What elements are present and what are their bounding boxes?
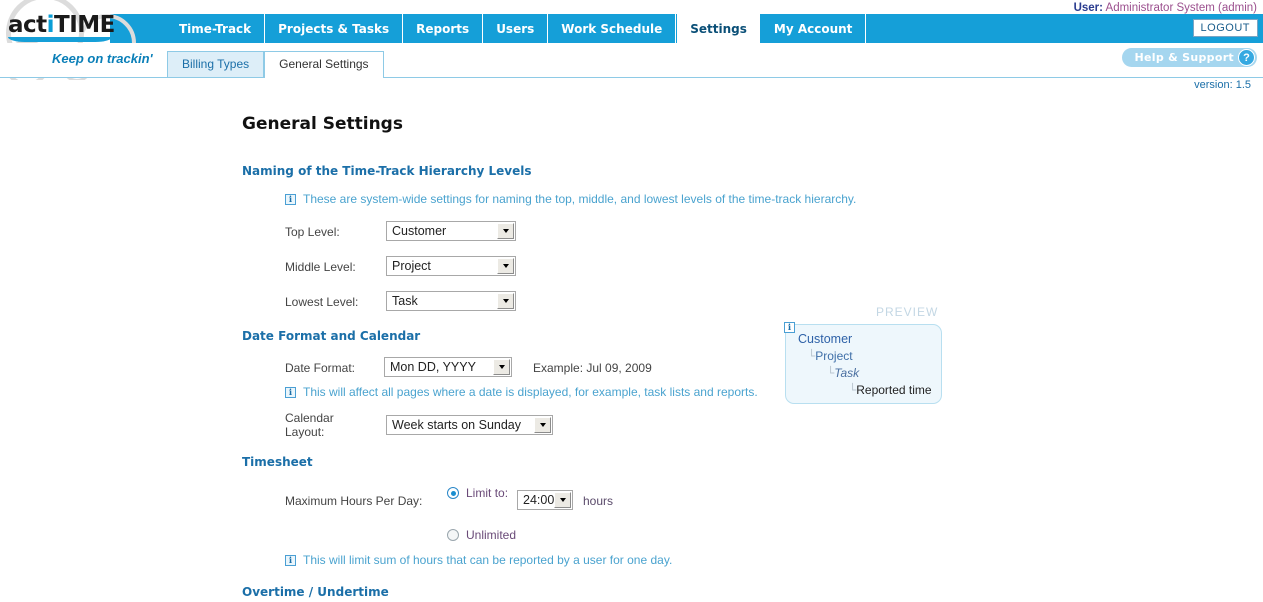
radio-option-limit-to[interactable]: Limit to: xyxy=(447,486,508,500)
date-format-info-row: i This will affect all pages where a dat… xyxy=(285,385,758,399)
chevron-down-icon[interactable] xyxy=(493,359,510,375)
select-calendar-layout[interactable]: Week starts on Sunday xyxy=(386,415,553,435)
actitime-logo[interactable]: actiTIME xyxy=(8,12,115,38)
subtab-billing-types[interactable]: Billing Types xyxy=(167,51,264,77)
nav-tab-work-schedule[interactable]: Work Schedule xyxy=(548,14,676,43)
date-format-example: Example: Jul 09, 2009 xyxy=(533,361,652,375)
nav-tab-reports[interactable]: Reports xyxy=(403,14,483,43)
help-and-support-button[interactable]: Help & Support ? xyxy=(1122,48,1257,67)
select-middle-level[interactable]: Project xyxy=(386,256,516,276)
section-title-overtime: Overtime / Undertime xyxy=(242,585,389,599)
date-format-info-text: This will affect all pages where a date … xyxy=(303,385,758,399)
chevron-down-icon[interactable] xyxy=(534,417,551,433)
preview-node-reported-time: └Reported time xyxy=(849,383,932,397)
select-max-hours[interactable]: 24:00 xyxy=(517,490,573,510)
question-mark-icon: ? xyxy=(1238,49,1255,66)
naming-info-row: i These are system-wide settings for nam… xyxy=(285,192,856,206)
subtab-general-settings[interactable]: General Settings xyxy=(264,51,383,78)
section-title-timesheet: Timesheet xyxy=(242,455,313,469)
preview-node-lowest: └Task xyxy=(827,366,859,380)
app-header: actiTIME Keep on trackin' Time-Track Pro… xyxy=(0,0,1263,44)
label-date-format: Date Format: xyxy=(285,361,355,375)
user-label: User: xyxy=(1074,2,1103,14)
nav-tab-settings[interactable]: Settings xyxy=(676,14,761,43)
chevron-down-icon[interactable] xyxy=(554,492,571,508)
timesheet-info-text: This will limit sum of hours that can be… xyxy=(303,553,672,567)
logo-text-act: act xyxy=(8,12,47,38)
timesheet-info-row: i This will limit sum of hours that can … xyxy=(285,553,672,567)
section-title-date-format: Date Format and Calendar xyxy=(242,329,420,343)
chevron-down-icon[interactable] xyxy=(497,293,514,309)
select-max-hours-value: 24:00 xyxy=(518,491,554,509)
radio-unlimited-label: Unlimited xyxy=(466,528,516,542)
chevron-down-icon[interactable] xyxy=(497,258,514,274)
version-label: version: 1.5 xyxy=(1194,79,1251,91)
info-icon: i xyxy=(285,194,296,205)
label-maximum-hours-per-day: Maximum Hours Per Day: xyxy=(285,494,422,508)
user-name: Administrator System (admin) xyxy=(1106,2,1257,14)
preview-node-lowest-label: Task xyxy=(834,366,859,380)
chevron-down-icon[interactable] xyxy=(497,223,514,239)
label-top-level: Top Level: xyxy=(285,225,340,239)
select-date-format[interactable]: Mon DD, YYYY xyxy=(384,357,512,377)
radio-limit-to-label-line2: to: xyxy=(495,486,508,500)
logout-button[interactable]: LOGOUT xyxy=(1193,19,1258,37)
radio-limit-to[interactable] xyxy=(447,487,459,499)
label-calendar-layout-line2: Layout: xyxy=(285,425,324,439)
naming-info-text: These are system-wide settings for namin… xyxy=(303,192,856,206)
label-calendar-layout-line1: Calendar xyxy=(285,411,334,425)
preview-node-middle: └Project xyxy=(808,349,853,363)
logo-text-i: i xyxy=(47,12,54,38)
preview-node-reported-time-label: Reported time xyxy=(856,383,931,397)
radio-option-unlimited[interactable]: Unlimited xyxy=(447,528,516,542)
preview-node-middle-label: Project xyxy=(815,349,852,363)
select-lowest-level[interactable]: Task xyxy=(386,291,516,311)
select-top-level-value: Customer xyxy=(387,222,497,240)
subnav-bar: Billing Types General Settings xyxy=(0,43,1263,78)
tagline: Keep on trackin' xyxy=(52,51,153,66)
select-top-level[interactable]: Customer xyxy=(386,221,516,241)
select-calendar-layout-value: Week starts on Sunday xyxy=(387,416,534,434)
nav-tab-users[interactable]: Users xyxy=(483,14,548,43)
label-lowest-level: Lowest Level: xyxy=(285,295,358,309)
info-icon: i xyxy=(285,387,296,398)
user-info: User: Administrator System (admin) xyxy=(1074,2,1257,14)
nav-tab-time-track[interactable]: Time-Track xyxy=(166,14,265,43)
section-title-naming: Naming of the Time-Track Hierarchy Level… xyxy=(242,164,532,178)
logo-swoosh xyxy=(8,37,112,42)
preview-label: PREVIEW xyxy=(876,305,938,319)
page-title: General Settings xyxy=(242,114,403,134)
hours-unit-label: hours xyxy=(583,494,613,508)
nav-tab-projects-tasks[interactable]: Projects & Tasks xyxy=(265,14,403,43)
label-middle-level: Middle Level: xyxy=(285,260,356,274)
info-icon: i xyxy=(285,555,296,566)
select-lowest-level-value: Task xyxy=(387,292,497,310)
nav-tab-my-account[interactable]: My Account xyxy=(761,14,867,43)
radio-limit-to-label: Limit to: xyxy=(466,486,508,500)
radio-unlimited[interactable] xyxy=(447,529,459,541)
select-date-format-value: Mon DD, YYYY xyxy=(385,358,493,376)
radio-limit-to-label-line1: Limit xyxy=(466,486,491,500)
preview-node-top: Customer xyxy=(798,332,852,346)
main-navigation: Time-Track Projects & Tasks Reports User… xyxy=(166,14,866,43)
logo-text-time: TIME xyxy=(54,12,115,38)
info-icon: i xyxy=(784,322,795,333)
help-label: Help & Support xyxy=(1134,51,1234,64)
select-middle-level-value: Project xyxy=(387,257,497,275)
settings-subtabs: Billing Types General Settings xyxy=(167,51,384,77)
